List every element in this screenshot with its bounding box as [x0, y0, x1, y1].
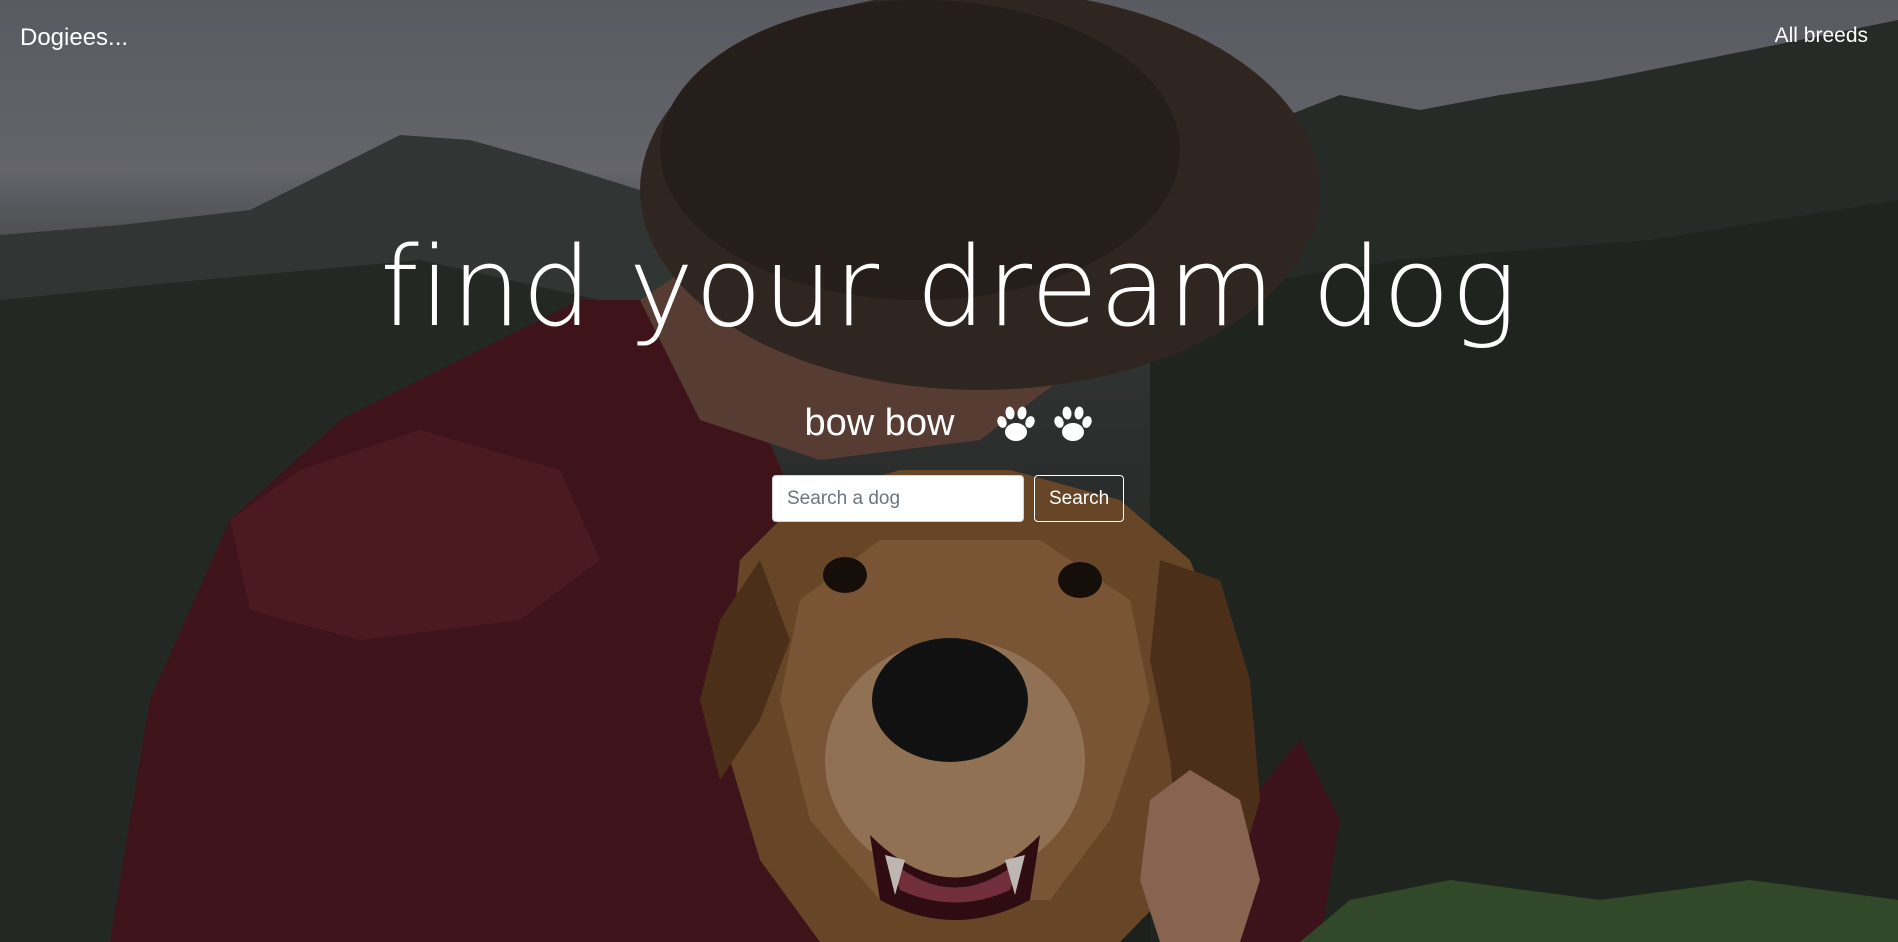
paw-icons [991, 404, 1094, 445]
paw-icon [1053, 406, 1092, 442]
brand-link[interactable]: Dogiees... [20, 24, 128, 52]
subline-text: bow bow [804, 402, 955, 444]
hero-section: Dogiees... All breeds find your dream do… [0, 0, 1898, 942]
search-form: Search [772, 475, 1125, 522]
dark-overlay [0, 0, 1898, 942]
paw-icon [997, 406, 1035, 442]
hero-subline: bow bow [0, 404, 1898, 445]
search-input[interactable] [772, 475, 1024, 522]
search-button[interactable]: Search [1034, 475, 1125, 522]
nav-link-all-breeds[interactable]: All breeds [1775, 24, 1868, 48]
hero-headline: find your dream dog [379, 223, 1519, 351]
navbar: Dogiees... All breeds [0, 0, 1898, 76]
